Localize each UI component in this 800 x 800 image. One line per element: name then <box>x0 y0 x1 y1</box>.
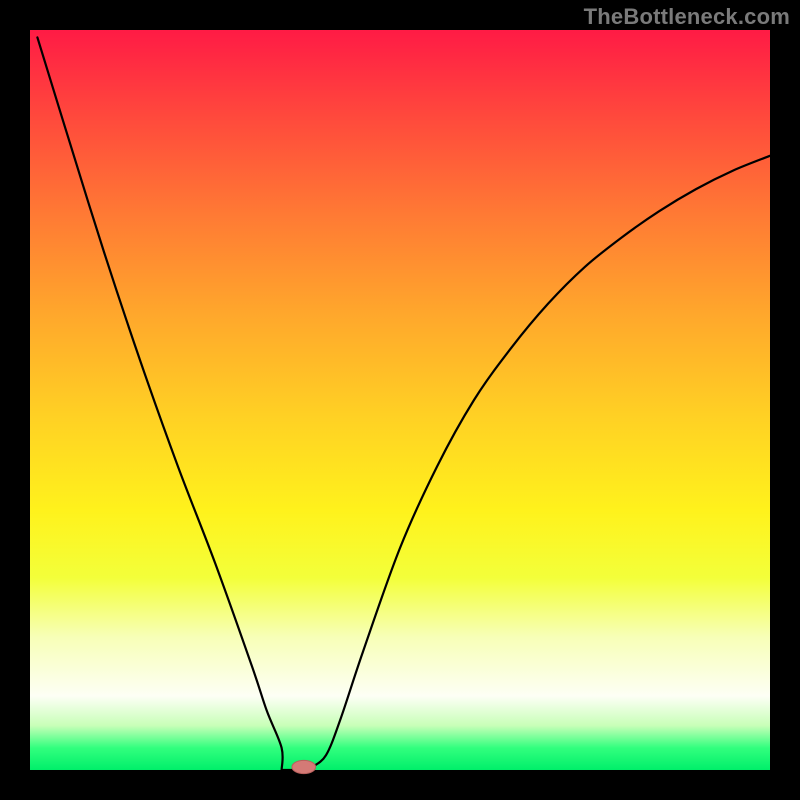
bottleneck-curve <box>37 37 770 770</box>
watermark-text: TheBottleneck.com <box>584 4 790 30</box>
minimum-marker <box>292 760 316 773</box>
chart-frame: TheBottleneck.com <box>0 0 800 800</box>
plot-area <box>30 30 770 770</box>
plot-svg <box>30 30 770 770</box>
